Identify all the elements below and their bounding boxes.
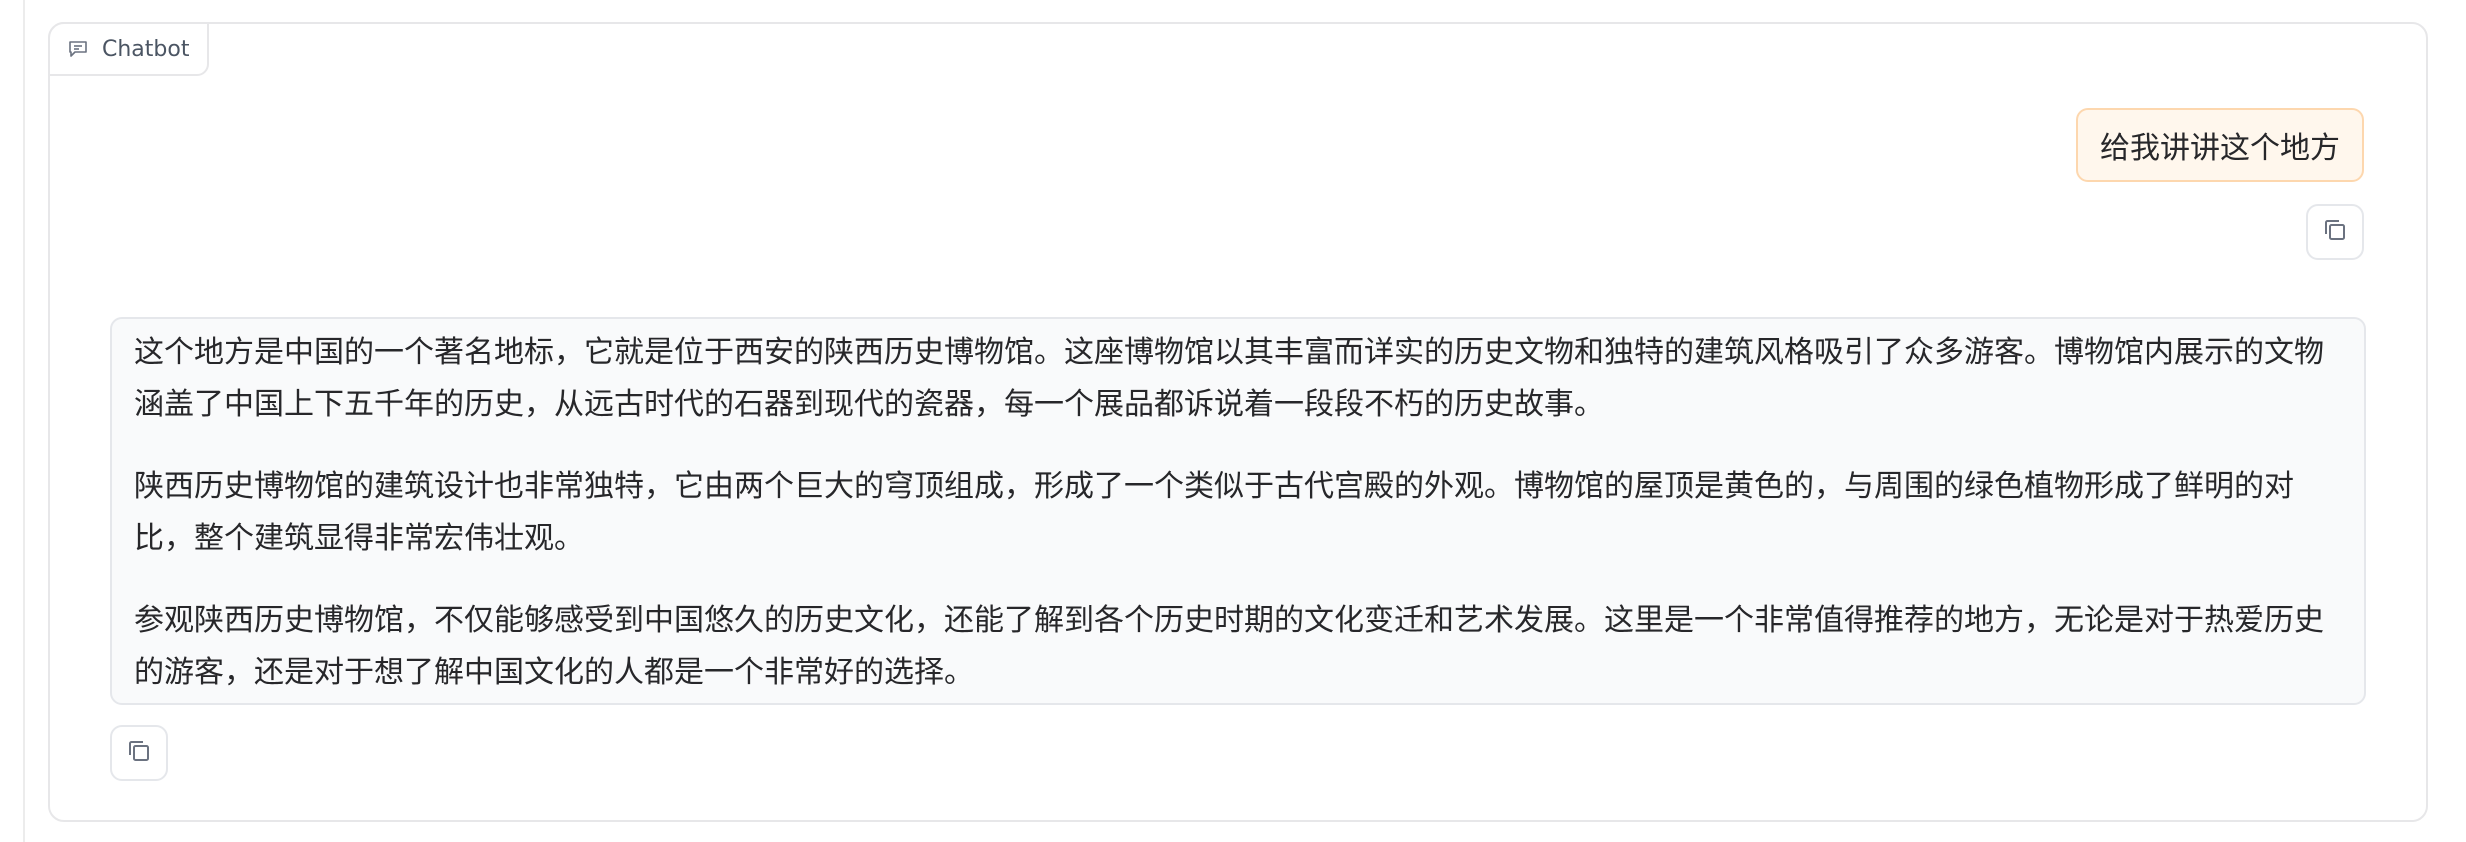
chatbot-panel: Chatbot 给我讲讲这个地方 这个地方是中国的一个著名地标，它就是位于西安的… — [48, 22, 2428, 822]
bot-paragraph: 这个地方是中国的一个著名地标，它就是位于西安的陕西历史博物馆。这座博物馆以其丰富… — [134, 335, 2324, 422]
bot-message-bubble: 这个地方是中国的一个著名地标，它就是位于西安的陕西历史博物馆。这座博物馆以其丰富… — [110, 317, 2366, 705]
left-divider — [23, 0, 25, 842]
bot-message: 这个地方是中国的一个著名地标，它就是位于西安的陕西历史博物馆。这座博物馆以其丰富… — [110, 317, 2366, 781]
chatbot-label: Chatbot — [48, 22, 210, 76]
page: Chatbot 给我讲讲这个地方 这个地方是中国的一个著名地标，它就是位于西安的… — [0, 0, 2466, 842]
copy-icon — [125, 737, 153, 769]
chat-bubble-icon — [68, 40, 88, 58]
bot-paragraph: 参观陕西历史博物馆，不仅能够感受到中国悠久的历史文化，还能了解到各个历史时期的文… — [134, 603, 2324, 690]
copy-user-message-button[interactable] — [2306, 204, 2364, 260]
copy-icon — [2321, 216, 2349, 248]
bot-paragraph: 陕西历史博物馆的建筑设计也非常独特，它由两个巨大的穹顶组成，形成了一个类似于古代… — [134, 469, 2294, 556]
copy-bot-message-button[interactable] — [110, 725, 168, 781]
user-message: 给我讲讲这个地方 — [2076, 108, 2364, 260]
chatbot-label-text: Chatbot — [102, 36, 190, 62]
user-message-bubble: 给我讲讲这个地方 — [2076, 108, 2364, 182]
